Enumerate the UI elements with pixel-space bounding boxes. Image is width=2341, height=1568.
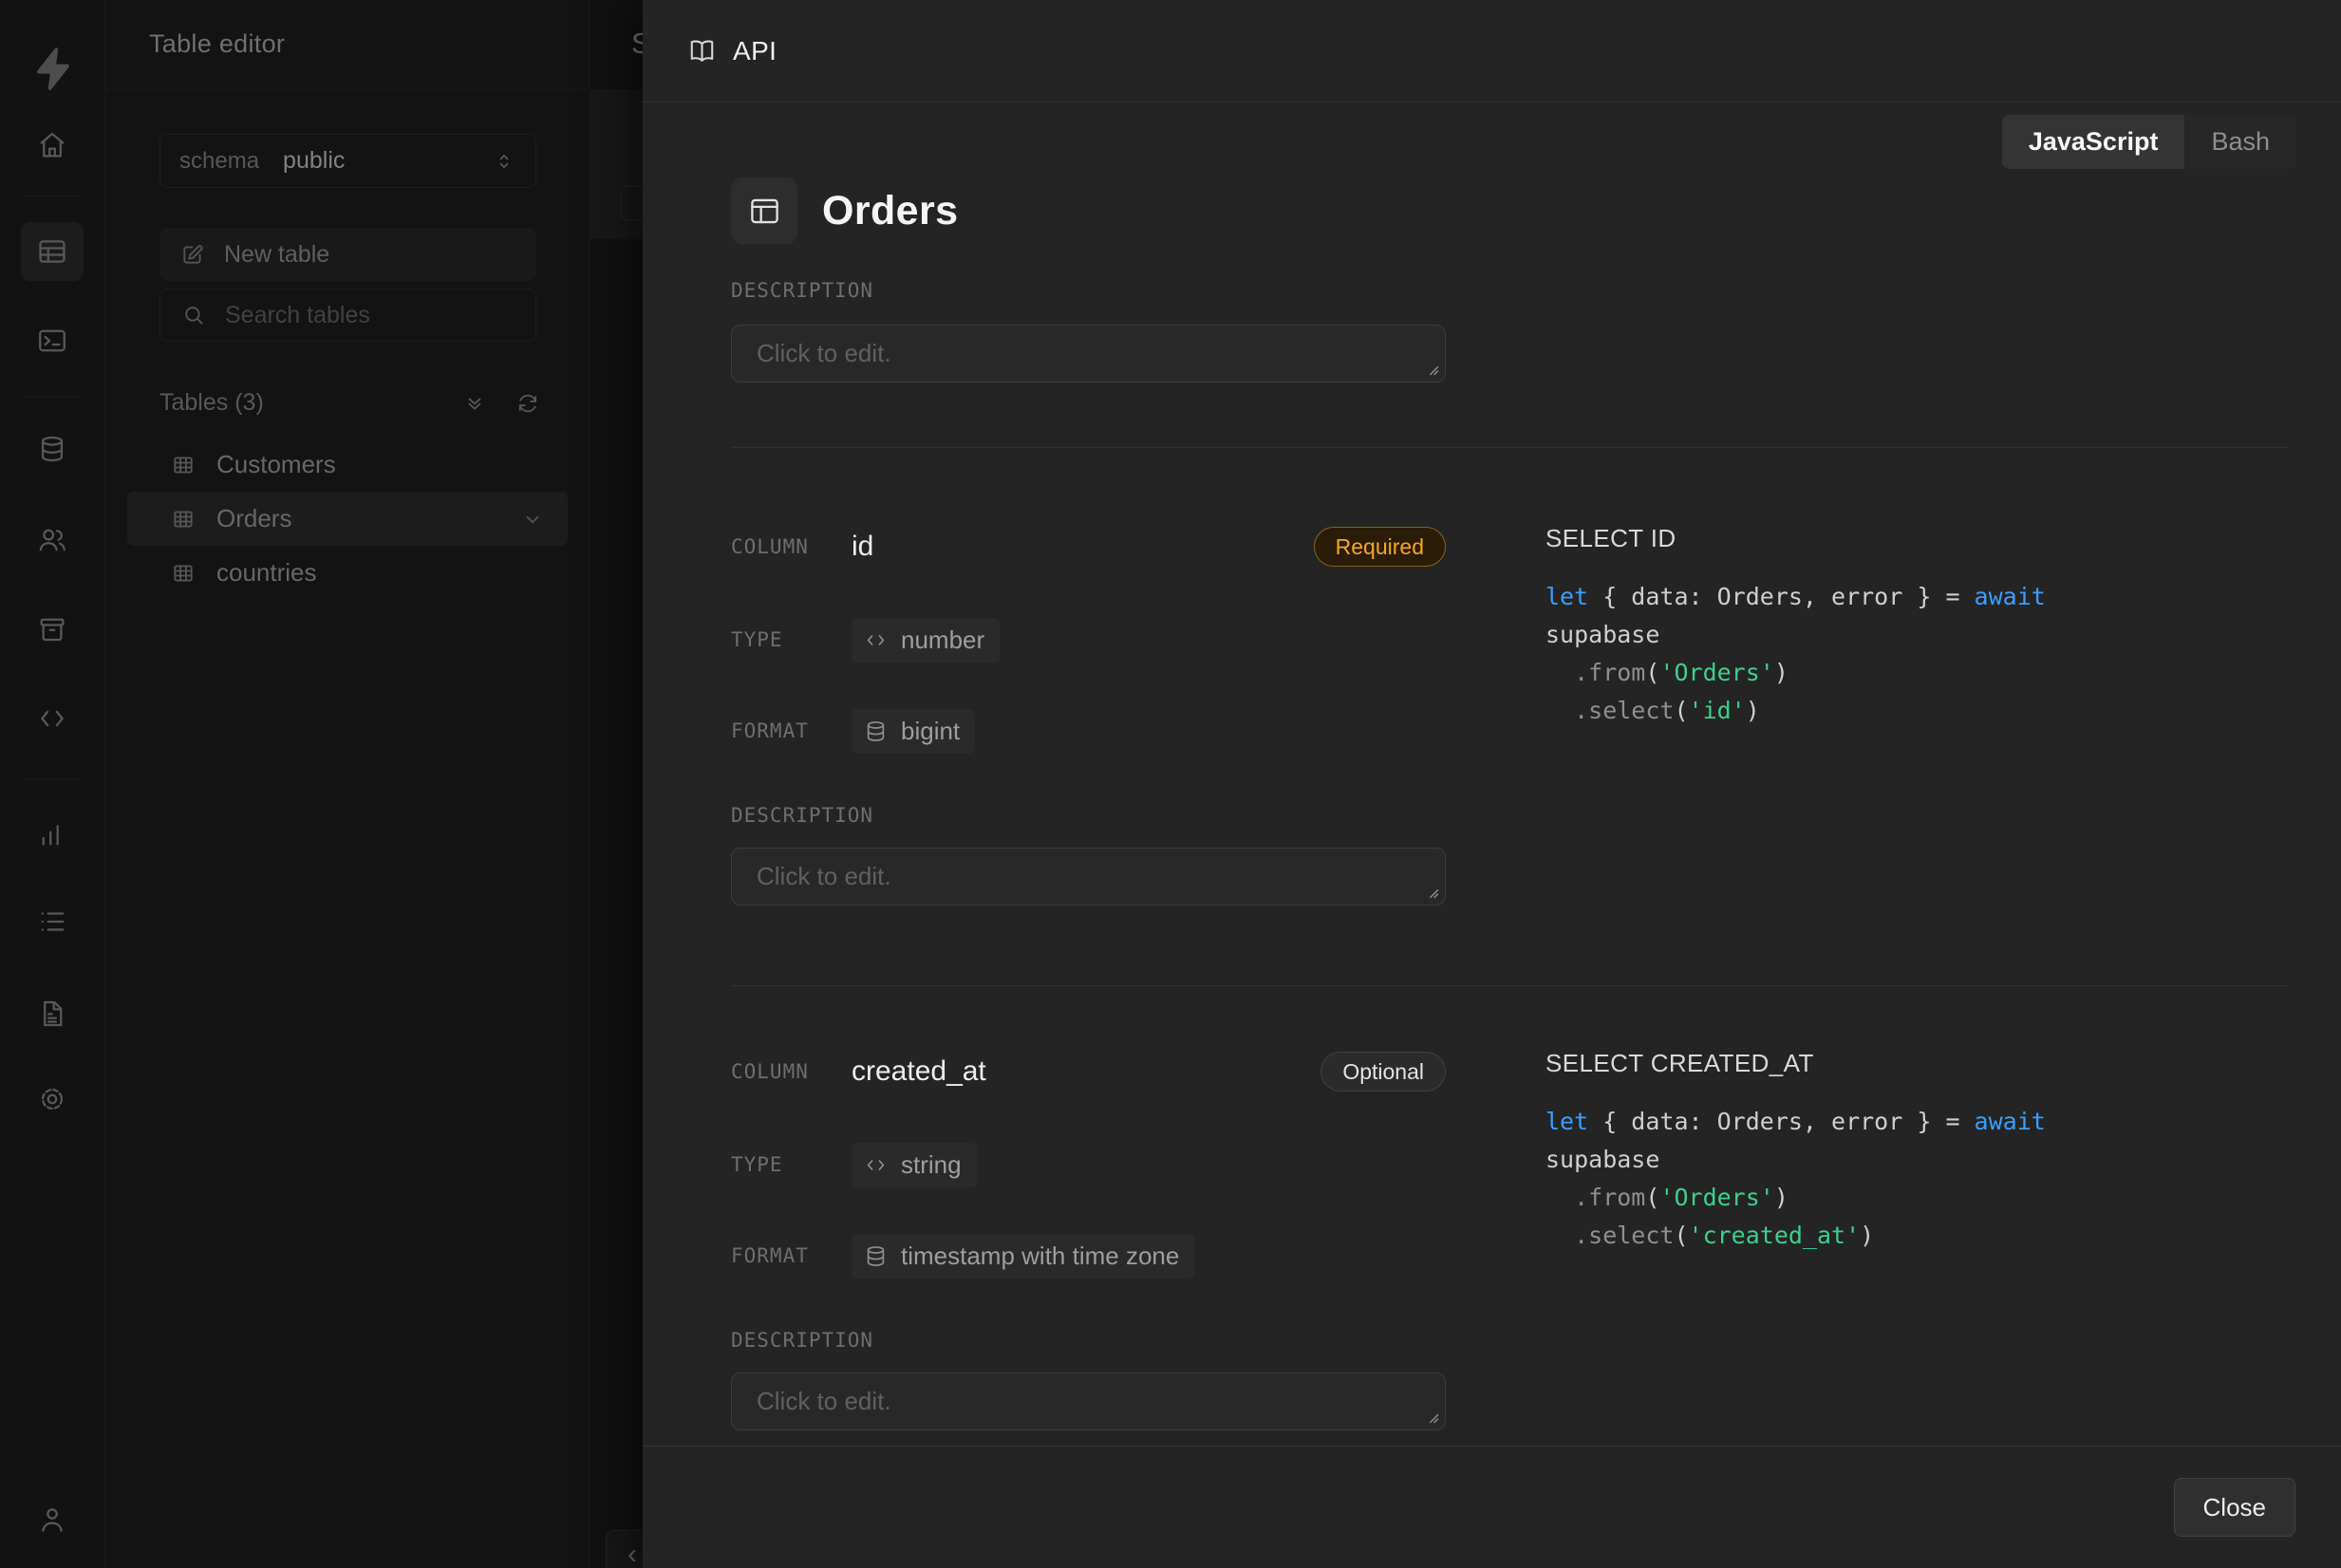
code-block: let { data: Orders, error } = awaitsupab… [1545, 578, 2288, 730]
format-label: FORMAT [731, 719, 852, 742]
api-panel-body: Orders DESCRIPTION Click to edit. COLUMN… [643, 103, 2341, 1446]
code-line: supabase [1545, 616, 2288, 654]
required-badge: Required [1314, 527, 1446, 567]
modal-overlay[interactable] [0, 0, 643, 1568]
description-placeholder: Click to edit. [757, 1387, 891, 1416]
code-brackets-icon [863, 627, 889, 653]
format-row: FORMAT timestamp with time zone [731, 1233, 1446, 1279]
api-docs-panel: API JavaScriptBash Orders DESCRIPTION Cl… [643, 0, 2341, 1568]
type-value: number [852, 618, 1000, 663]
description-textarea[interactable]: Click to edit. [731, 325, 1446, 383]
type-label: TYPE [731, 1153, 852, 1176]
code-line: .select('id') [1545, 692, 2288, 730]
language-tabs: JavaScriptBash [2002, 115, 2296, 169]
description-label: DESCRIPTION [731, 1329, 1446, 1352]
code-line: .from('Orders') [1545, 1179, 2288, 1217]
entity-title-row: Orders [731, 177, 2288, 244]
code-line: .select('created_at') [1545, 1217, 2288, 1255]
type-row: TYPE string [731, 1142, 1446, 1187]
code-column: SELECT CREATED_ATlet { data: Orders, err… [1545, 1049, 2288, 1430]
column-section-created_at: COLUMNcreated_at Optional TYPE string FORMAT… [731, 985, 2288, 1430]
code-column: SELECT ID let { data: Orders, error } = a… [1545, 524, 2288, 905]
type-value: string [852, 1143, 977, 1187]
api-panel-title: API [733, 36, 777, 66]
description-textarea[interactable]: Click to edit. [731, 1372, 1446, 1430]
code-brackets-icon [863, 1152, 889, 1178]
description-placeholder: Click to edit. [757, 339, 891, 368]
table-icon-tile [731, 177, 797, 244]
code-line: let { data: Orders, error } = await [1545, 1103, 2288, 1141]
column-name: created_at [852, 1055, 986, 1088]
type-row: TYPE number [731, 617, 1446, 663]
api-panel-header: API [643, 0, 2341, 103]
close-button[interactable]: Close [2174, 1478, 2295, 1537]
code-snippet-title: SELECT ID [1545, 524, 2288, 553]
column-label: COLUMN [731, 1060, 852, 1083]
resize-handle-icon[interactable] [1424, 361, 1440, 377]
resize-handle-icon[interactable] [1424, 884, 1440, 900]
format-value: bigint [852, 709, 975, 754]
description-label: DESCRIPTION [731, 279, 2288, 302]
type-text: number [901, 625, 984, 655]
resize-handle-icon[interactable] [1424, 1409, 1440, 1425]
columns-container: COLUMNidRequiredTYPEnumberFORMATbigintDE… [731, 447, 2288, 1430]
column-section-id: COLUMNid Required TYPE number FORMAT bigint DE… [731, 447, 2288, 905]
app-window: Table editor schema public New table Sea… [0, 0, 2341, 1568]
database-icon [863, 1243, 889, 1269]
column-label: COLUMN [731, 535, 852, 558]
api-panel-footer: Close [643, 1446, 2341, 1568]
description-textarea[interactable]: Click to edit. [731, 848, 1446, 905]
type-text: string [901, 1150, 962, 1180]
code-line: supabase [1545, 1141, 2288, 1179]
type-label: TYPE [731, 628, 852, 651]
description-placeholder: Click to edit. [757, 862, 891, 891]
format-label: FORMAT [731, 1244, 852, 1267]
format-value: timestamp with time zone [852, 1234, 1194, 1279]
code-line: .from('Orders') [1545, 654, 2288, 692]
book-open-icon [687, 36, 717, 65]
database-icon [863, 719, 889, 744]
column-details: COLUMNid Required TYPE number FORMAT bigint DE… [731, 524, 1446, 905]
column-details: COLUMNcreated_at Optional TYPE string FORMAT… [731, 1049, 1446, 1430]
code-line: let { data: Orders, error } = await [1545, 578, 2288, 616]
table-icon [747, 194, 782, 229]
column-row: COLUMNcreated_at Optional [731, 1049, 1446, 1094]
code-block: let { data: Orders, error } = awaitsupab… [1545, 1103, 2288, 1255]
format-row: FORMAT bigint [731, 708, 1446, 754]
entity-title: Orders [822, 188, 958, 234]
format-text: bigint [901, 717, 960, 746]
optional-badge: Optional [1320, 1052, 1446, 1092]
code-snippet-title: SELECT CREATED_AT [1545, 1049, 2288, 1078]
lang-tab-bash[interactable]: Bash [2184, 115, 2296, 169]
lang-tab-javascript[interactable]: JavaScript [2002, 115, 2185, 169]
column-row: COLUMNid Required [731, 524, 1446, 569]
description-label: DESCRIPTION [731, 804, 1446, 827]
column-name: id [852, 531, 873, 563]
format-text: timestamp with time zone [901, 1241, 1179, 1271]
